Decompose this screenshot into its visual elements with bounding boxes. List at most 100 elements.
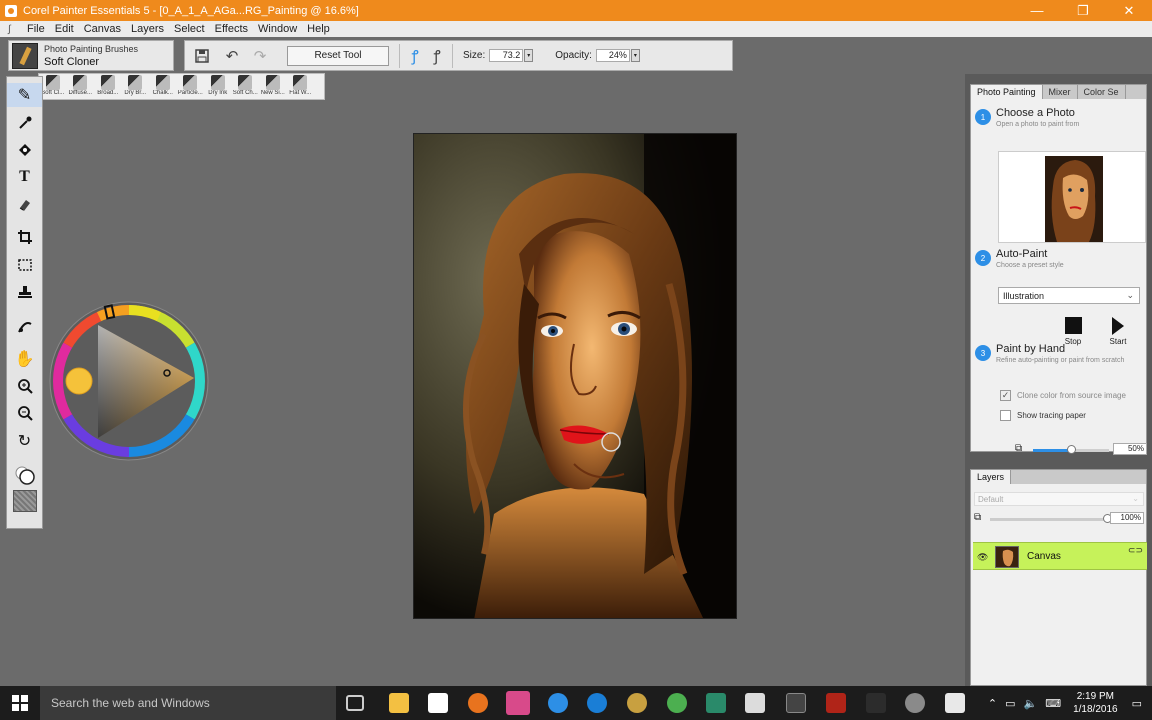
tab-layers[interactable]: Layers [971,470,1012,484]
brush-variant-strip: Soft Cl... Diffuse... Broad... Dry Br...… [38,73,325,100]
cloner-tool-icon[interactable] [7,314,42,338]
grabber-hand-icon[interactable]: ✋ [7,347,42,371]
eraser-tool-icon[interactable] [7,192,42,216]
app-dark-icon[interactable] [786,693,806,713]
auto-paint-style-select[interactable]: Illustration ⌄ [998,287,1140,304]
volume-icon[interactable]: 🔈 [1024,697,1038,710]
size-input[interactable]: 73.2 [489,49,524,62]
variant-dry-ink[interactable]: Dry Ink [204,74,232,99]
layer-opacity-value[interactable]: 100% [1110,512,1144,524]
window-controls: — ❐ ✕ [1014,0,1152,21]
firefox-icon[interactable] [468,693,488,713]
stamp-tool-icon[interactable] [7,280,42,304]
magnifier-out-icon[interactable] [7,401,42,425]
close-button[interactable]: ✕ [1106,0,1152,21]
undo-icon[interactable]: ↶ [221,45,243,67]
layer-row-canvas[interactable]: 👁 Canvas ⊂⊃ [973,542,1147,570]
minimize-button[interactable]: — [1014,0,1060,21]
canvas-image[interactable] [413,133,737,619]
opacity-input[interactable]: 24% [595,49,630,62]
brush-tool-icon[interactable]: ✎ [7,83,42,107]
dropper-tool-icon[interactable] [7,111,42,135]
taskbar-search-input[interactable]: Search the web and Windows [40,686,336,720]
variant-chalk[interactable]: Chalk... [149,74,177,99]
maximize-button[interactable]: ❐ [1060,0,1106,21]
menu-file[interactable]: File [22,23,50,35]
step-number-2: 2 [975,250,991,266]
network-icon[interactable]: ▭ [1005,697,1015,710]
menu-help[interactable]: Help [302,23,335,35]
tab-photo-painting[interactable]: Photo Painting [971,85,1043,99]
menu-canvas[interactable]: Canvas [79,23,126,35]
variant-particle[interactable]: Particle... [177,74,205,99]
start-button[interactable] [0,686,40,720]
color-wheel[interactable] [48,300,210,462]
variant-dry-brush[interactable]: Dry Br... [122,74,150,99]
app-green-icon[interactable] [706,693,726,713]
stop-button[interactable]: Stop [1059,317,1087,346]
reset-tool-button[interactable]: Reset Tool [287,45,389,66]
app-window-icon[interactable] [945,693,965,713]
rotate-page-icon[interactable]: ↻ [7,429,42,453]
tracing-opacity-slider[interactable] [1033,445,1109,454]
eye-visibility-icon[interactable]: 👁 [977,552,988,563]
tray-chevron-up-icon[interactable]: ⌃ [988,697,997,710]
app-device-icon[interactable] [866,693,886,713]
variant-soft-chalk[interactable]: Soft Ch... [232,74,260,99]
notifications-icon[interactable]: ▭ [1132,697,1142,710]
stop-icon [1064,317,1082,334]
main-secondary-color-icon[interactable] [7,463,42,487]
variant-broad[interactable]: Broad... [94,74,122,99]
variant-flat-wash[interactable]: Flat W... [287,74,315,99]
paint-bucket-icon[interactable] [7,138,42,162]
step-number-1: 1 [975,109,991,125]
text-tool-icon[interactable]: T [7,165,42,189]
variant-soft-cloner[interactable]: Soft Cl... [39,74,67,99]
app-document-icon[interactable] [745,693,765,713]
opacity-spinner[interactable]: ▾ [630,49,640,62]
menu-layers[interactable]: Layers [126,23,169,35]
magnifier-in-icon[interactable] [7,374,42,398]
tab-color-set[interactable]: Color Se [1078,85,1126,99]
app-gray-icon[interactable] [905,693,925,713]
start-button[interactable]: Start [1104,317,1132,346]
stroke-dab-icon[interactable]: ꝭ [426,45,448,67]
paper-texture-icon[interactable] [7,489,42,513]
clock[interactable]: 2:19 PM 1/18/2016 [1073,690,1118,716]
tracing-paper-checkbox[interactable] [1000,410,1011,421]
brush-selector[interactable]: Photo Painting Brushes Soft Cloner [8,40,174,71]
blend-mode-select[interactable]: Default ⌄ [974,492,1144,506]
tab-mixer[interactable]: Mixer [1043,85,1078,99]
chrome-icon[interactable] [667,693,687,713]
clone-color-option[interactable]: ✓ Clone color from source image [1000,390,1126,401]
menu-select[interactable]: Select [169,23,210,35]
file-explorer-icon[interactable] [389,693,409,713]
variant-new-simple[interactable]: New Si... [259,74,287,99]
layer-link-icon[interactable]: ⊂⊃ [1128,545,1143,556]
size-spinner[interactable]: ▾ [524,49,534,62]
store-icon[interactable] [428,693,448,713]
settings-gear-icon[interactable] [627,693,647,713]
app-feather-icon[interactable] [587,693,607,713]
save-icon[interactable] [191,45,213,67]
tracing-paper-option[interactable]: Show tracing paper [1000,410,1086,421]
menu-effects[interactable]: Effects [210,23,253,35]
stroke-attributes-icon[interactable]: ꝭ [404,45,426,67]
task-view-icon[interactable] [346,695,364,711]
menu-edit[interactable]: Edit [50,23,79,35]
tracing-opacity-value[interactable]: 50% [1113,443,1147,455]
app-red-icon[interactable] [826,693,846,713]
crop-tool-icon[interactable] [7,225,42,249]
rectangle-selection-icon[interactable] [7,253,42,277]
source-photo-box[interactable] [998,151,1146,243]
slider-handle[interactable] [1067,445,1076,454]
keyboard-icon[interactable]: ⌨ [1045,697,1061,710]
variant-diffuse[interactable]: Diffuse... [67,74,95,99]
redo-icon[interactable]: ↷ [249,45,271,67]
clone-color-checkbox[interactable]: ✓ [1000,390,1011,401]
layers-panel: Layers Default ⌄ ⧉ 100% 👁 Canvas ⊂⊃ [970,469,1147,686]
painter-taskbar-icon[interactable] [506,691,530,715]
layer-opacity-slider[interactable] [990,514,1112,523]
app-blue-icon[interactable] [548,693,568,713]
menu-window[interactable]: Window [253,23,302,35]
